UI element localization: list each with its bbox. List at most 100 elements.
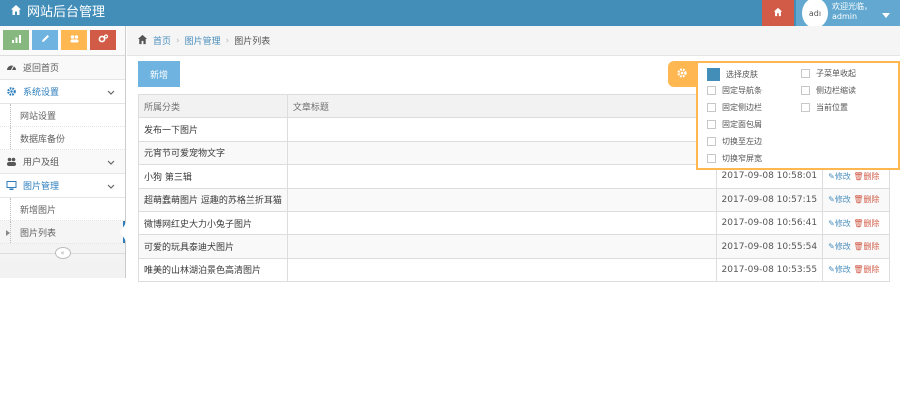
- brand-logo[interactable]: 网站后台管理: [10, 4, 105, 22]
- sidebar-subitem-label: 图片列表: [20, 228, 57, 239]
- breadcrumb-home-link[interactable]: 首页: [153, 34, 171, 47]
- sidebar-item-label: 返回首页: [23, 64, 60, 74]
- edit-link[interactable]: ✎修改: [828, 172, 851, 181]
- edit-link[interactable]: ✎修改: [828, 242, 851, 251]
- delete-link[interactable]: 🗑删除: [853, 219, 879, 228]
- sidebar-item-system-settings[interactable]: 系统设置: [0, 80, 125, 104]
- edit-link[interactable]: ✎修改: [828, 219, 851, 228]
- cell-actions: ✎修改 🗑删除: [822, 187, 890, 212]
- skin-picker-label: 选择皮肤: [726, 70, 758, 79]
- sidebar-item-label: 系统设置: [23, 88, 60, 98]
- chevron-right-icon: ›: [176, 35, 180, 46]
- breadcrumb-section-link[interactable]: 图片管理: [185, 34, 221, 47]
- sidebar-item-home[interactable]: 返回首页: [0, 56, 125, 80]
- add-button[interactable]: 新增: [138, 61, 180, 87]
- delete-link[interactable]: 🗑删除: [853, 172, 879, 181]
- option-narrow-width[interactable]: 切换窄屏宽: [707, 153, 762, 164]
- gear-icon: [676, 67, 688, 82]
- group-icon: [69, 33, 80, 47]
- sidebar-collapse-button[interactable]: «: [54, 247, 71, 259]
- column-header-title[interactable]: 文章标题: [286, 93, 717, 119]
- shortcut-pencil-button[interactable]: [32, 30, 58, 50]
- top-navbar: 网站后台管理 adı 欢迎光临， admin: [0, 0, 900, 28]
- app-title: 网站后台管理: [27, 5, 106, 20]
- delete-link[interactable]: 🗑删除: [853, 265, 879, 274]
- shortcut-cogs-button[interactable]: [90, 30, 116, 50]
- cell-title: [286, 140, 717, 166]
- shortcut-buttons: [0, 26, 125, 56]
- cell-title: [286, 234, 717, 259]
- nav-home-button[interactable]: [762, 0, 794, 26]
- sidebar-item-image-management[interactable]: 图片管理: [0, 174, 125, 198]
- cell-title: [286, 257, 717, 283]
- cell-date: 2017-09-08 10:56:41: [715, 210, 824, 236]
- sidebar-item-users[interactable]: 用户及组: [0, 150, 125, 174]
- option-collapse-submenu[interactable]: 子菜单收起: [801, 68, 856, 79]
- sidebar: 返回首页 系统设置 网站设置 数据库备份 用户及组 图片管理 新增图片 图片列表…: [0, 26, 126, 278]
- cell-category: 微博网红史大力小兔子图片: [138, 210, 288, 236]
- skin-color-swatch[interactable]: [707, 68, 720, 81]
- table-row: 唯美的山林湖泊景色高清图片 2017-09-08 10:53:55 ✎修改 🗑删…: [138, 257, 890, 283]
- table-row: 微博网红史大力小兔子图片 2017-09-08 10:56:41 ✎修改 🗑删除: [138, 210, 890, 236]
- sidebar-subitem-image-list[interactable]: 图片列表: [0, 221, 126, 244]
- checkbox[interactable]: [801, 103, 810, 112]
- checkbox[interactable]: [707, 86, 716, 95]
- cell-category: 元宵节可爱宠物文字: [138, 140, 288, 166]
- delete-link[interactable]: 🗑删除: [853, 242, 879, 251]
- settings-panel: 选择皮肤 固定导航条 固定侧边栏 固定面包屑 切换至左边 切换窄屏宽 子菜单收起…: [696, 61, 900, 170]
- trash-icon: 🗑: [853, 265, 864, 275]
- pencil-icon: ✎: [828, 171, 835, 181]
- sidebar-subitem-label: 数据库备份: [20, 134, 66, 145]
- checkbox[interactable]: [707, 137, 716, 146]
- users-icon: [6, 156, 17, 167]
- option-switch-left[interactable]: 切换至左边: [707, 136, 762, 147]
- sidebar-item-label: 图片管理: [23, 182, 60, 192]
- checkbox[interactable]: [801, 69, 810, 78]
- edit-link[interactable]: ✎修改: [828, 265, 851, 274]
- trash-icon: 🗑: [853, 218, 864, 228]
- edit-link[interactable]: ✎修改: [828, 195, 851, 204]
- column-header-category[interactable]: 所属分类: [138, 93, 288, 119]
- cell-title: [286, 117, 717, 142]
- checkbox[interactable]: [707, 103, 716, 112]
- breadcrumb-current: 图片列表: [234, 37, 271, 47]
- option-fixed-breadcrumb[interactable]: 固定面包屑: [707, 119, 762, 130]
- checkbox[interactable]: [801, 86, 810, 95]
- pencil-icon: [40, 33, 51, 47]
- sidebar-subitem-db-backup[interactable]: 数据库备份: [0, 127, 125, 150]
- skin-picker[interactable]: 选择皮肤: [707, 68, 758, 81]
- cell-category: 发布一下图片: [138, 117, 288, 142]
- active-indicator: [123, 221, 125, 243]
- delete-link[interactable]: 🗑删除: [853, 195, 879, 204]
- pencil-icon: ✎: [828, 195, 835, 205]
- option-sidebar-compact[interactable]: 侧边栏缩读: [801, 85, 856, 96]
- cell-category: 唯美的山林湖泊景色高清图片: [138, 257, 288, 283]
- cell-date: 2017-09-08 10:53:55: [715, 257, 824, 283]
- cell-title: [286, 187, 717, 212]
- cell-actions: ✎修改 🗑删除: [822, 210, 890, 236]
- dashboard-icon: [6, 62, 17, 73]
- option-fixed-navbar[interactable]: 固定导航条: [707, 85, 762, 96]
- shortcut-group-button[interactable]: [61, 30, 87, 50]
- cell-title: [286, 210, 717, 236]
- cell-actions: ✎修改 🗑删除: [822, 234, 890, 259]
- chevron-down-icon: [107, 182, 115, 192]
- checkbox[interactable]: [707, 154, 716, 163]
- user-menu[interactable]: adı 欢迎光临， admin: [796, 0, 900, 28]
- cell-category: 小狗 第三辑: [138, 164, 288, 189]
- shortcut-signal-button[interactable]: [3, 30, 29, 50]
- trash-icon: 🗑: [853, 195, 864, 205]
- user-greeting: 欢迎光临，: [832, 2, 872, 11]
- cell-actions: ✎修改 🗑删除: [822, 257, 890, 283]
- option-fixed-sidebar[interactable]: 固定侧边栏: [707, 102, 762, 113]
- pencil-icon: ✎: [828, 242, 835, 252]
- table-row: 可爱的玩具泰迪犬图片 2017-09-08 10:55:54 ✎修改 🗑删除: [138, 234, 890, 259]
- settings-toggle-button[interactable]: [668, 61, 696, 87]
- option-current-position[interactable]: 当前位置: [801, 102, 848, 113]
- gear-icon: [6, 86, 17, 97]
- sidebar-subitem-site-settings[interactable]: 网站设置: [0, 104, 125, 127]
- chevron-down-icon: [107, 88, 115, 98]
- sidebar-subitem-add-image[interactable]: 新增图片: [0, 198, 125, 221]
- home-icon: [773, 7, 783, 20]
- checkbox[interactable]: [707, 120, 716, 129]
